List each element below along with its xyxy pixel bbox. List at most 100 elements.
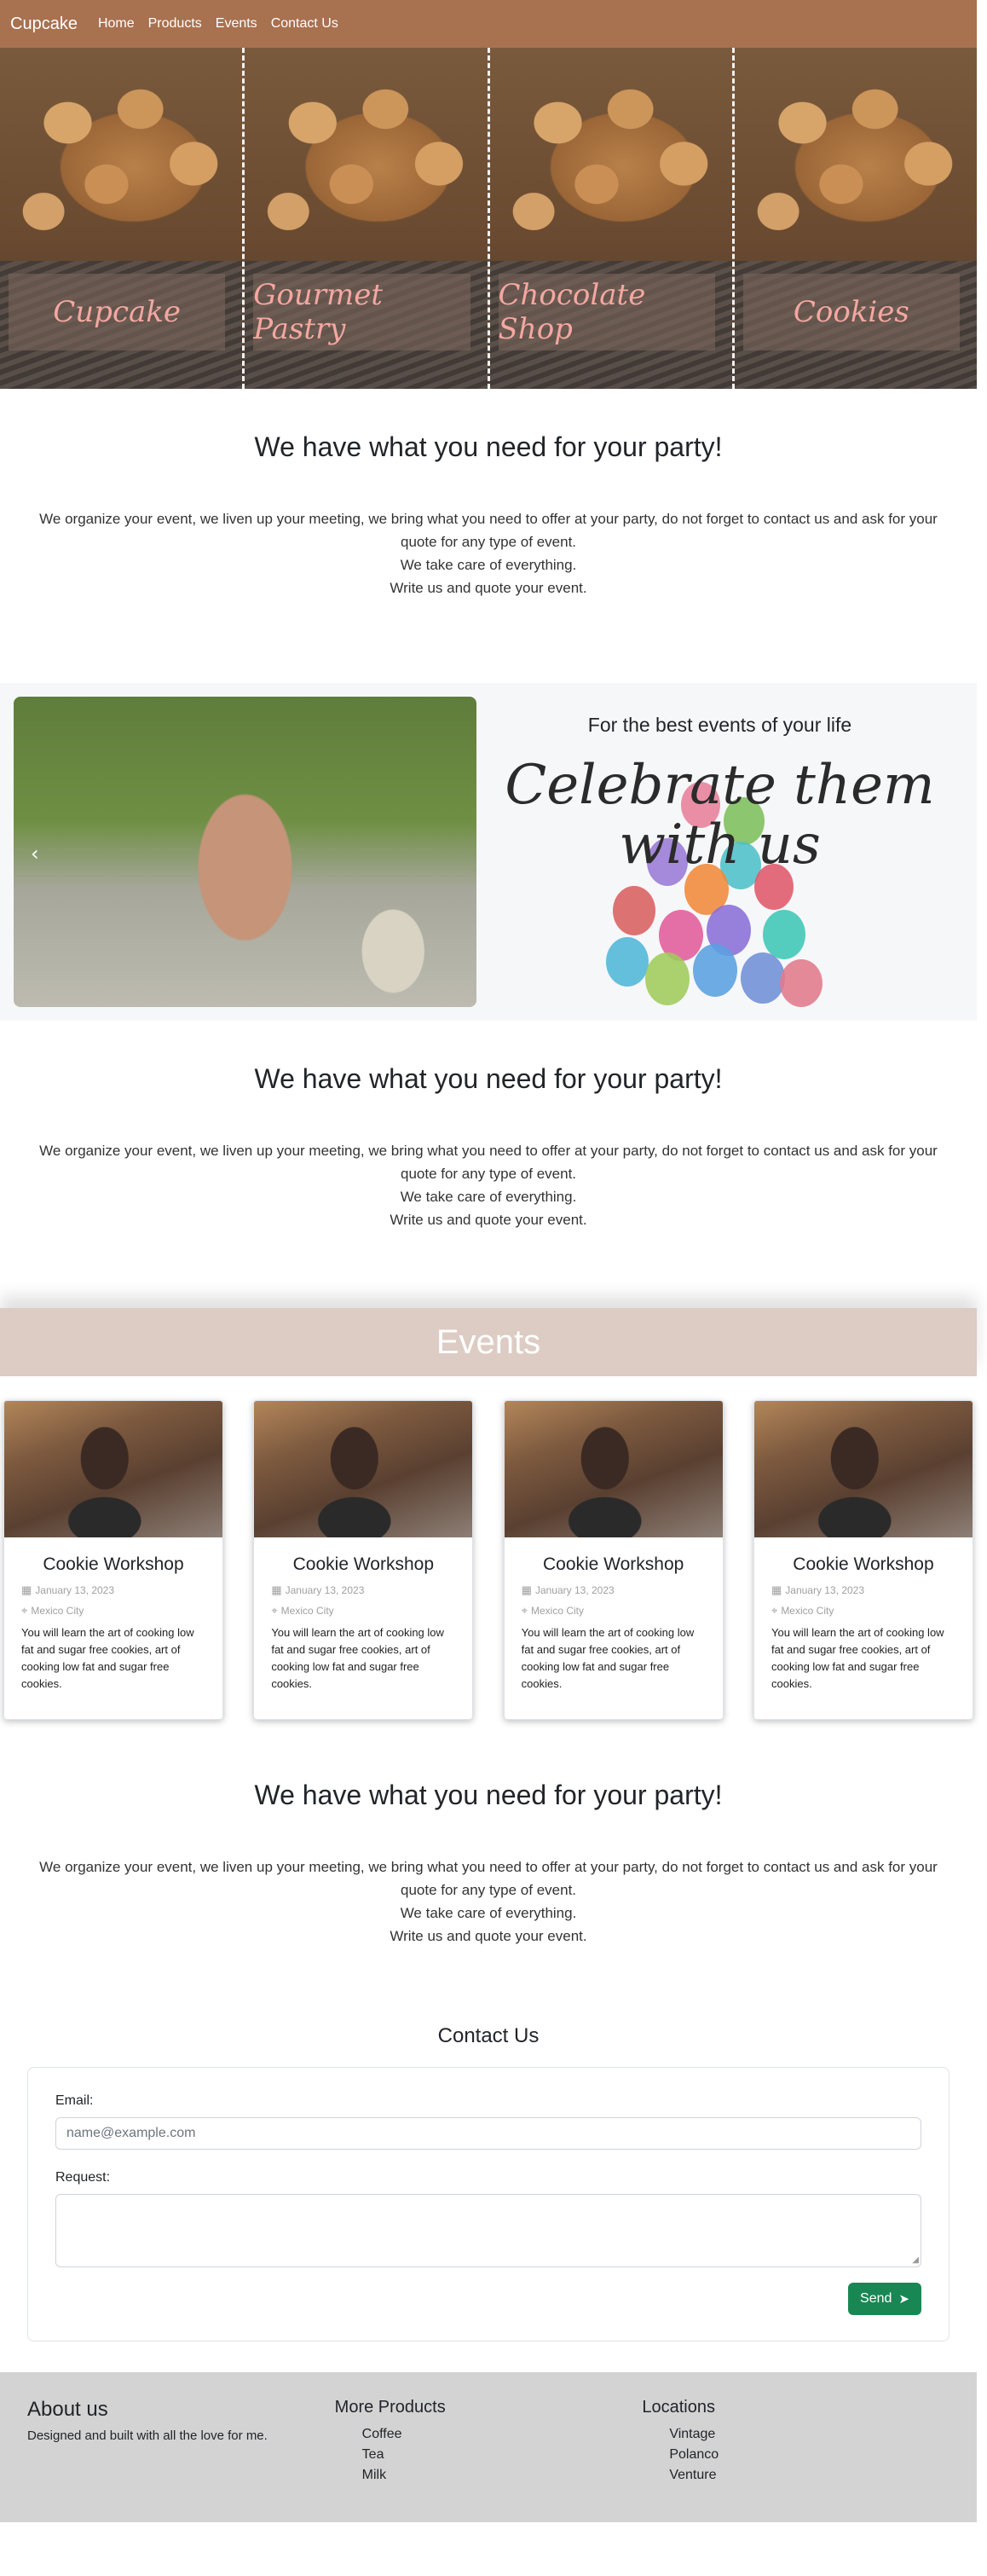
nav-link-products[interactable]: Products: [148, 16, 202, 32]
event-card-image: [753, 1401, 973, 1537]
intro-section-1: We have what you need for your party! We…: [0, 389, 977, 659]
intro-line-1: We organize your event, we liven up your…: [39, 511, 938, 550]
hero-panel-cupcake[interactable]: Cupcake: [0, 48, 245, 389]
footer-products: More Products Coffee Tea Milk: [335, 2398, 643, 2497]
event-card-text: You will learn the art of cooking low fa…: [271, 1626, 444, 1690]
hero-panel-gourmet-pastry[interactable]: Gourmet Pastry: [245, 48, 490, 389]
hero-caption-text: Chocolate Shop: [498, 278, 646, 346]
event-card-title: Cookie Workshop: [542, 1554, 684, 1574]
footer-location-item[interactable]: Vintage: [669, 2424, 949, 2445]
event-card-date-row: ▦ January 13, 2023: [21, 1583, 205, 1597]
footer-about-text: Designed and built with all the love for…: [27, 2428, 268, 2443]
calendar-icon: ▦: [521, 1583, 532, 1596]
footer-product-item[interactable]: Milk: [362, 2465, 643, 2486]
hero-gallery: Cupcake Gourmet Pastry Chocolate Shop Co…: [0, 48, 977, 389]
hero-panel-cookies[interactable]: Cookies: [734, 48, 977, 389]
celebrate-photo: ‹: [14, 697, 476, 1007]
contact-title: Contact Us: [437, 2024, 540, 2047]
nav-link-home[interactable]: Home: [98, 16, 135, 32]
send-button[interactable]: Send ➤: [848, 2283, 921, 2315]
event-card-location: Mexico City: [31, 1605, 84, 1617]
event-card-location: Mexico City: [530, 1605, 584, 1617]
event-card[interactable]: Cookie Workshop ▦ January 13, 2023 ⌖ Mexic…: [3, 1400, 223, 1720]
intro-title: We have what you need for your party!: [254, 1063, 723, 1094]
event-card-body: Cookie Workshop ▦ January 13, 2023 ⌖ Mexic…: [4, 1537, 222, 1710]
event-card-image: [504, 1401, 723, 1537]
intro-paragraph: We organize your event, we liven up your…: [24, 1855, 953, 1948]
map-pin-icon: ⌖: [521, 1604, 528, 1617]
calendar-icon: ▦: [21, 1583, 32, 1596]
event-card-date-row: ▦ January 13, 2023: [522, 1583, 706, 1597]
events-banner: Events: [0, 1308, 977, 1376]
hero-caption-text: Gourmet Pastry: [253, 278, 384, 346]
footer-locations-list: Vintage Polanco Venture: [642, 2424, 949, 2486]
map-pin-icon: ⌖: [271, 1604, 278, 1617]
intro-paragraph: We organize your event, we liven up your…: [24, 1139, 953, 1231]
hero-panel-chocolate-shop[interactable]: Chocolate Shop: [489, 48, 735, 389]
hero-caption-text: Cupcake: [53, 295, 181, 329]
email-field[interactable]: name@example.com: [55, 2117, 921, 2150]
event-card-title: Cookie Workshop: [43, 1554, 184, 1574]
event-card-title: Cookie Workshop: [292, 1554, 434, 1574]
footer-locations: Locations Vintage Polanco Venture: [642, 2398, 949, 2497]
event-card-date-row: ▦ January 13, 2023: [271, 1583, 455, 1597]
intro-line-2: We take care of everything.: [400, 1905, 577, 1921]
event-card-date: January 13, 2023: [534, 1584, 615, 1596]
intro-paragraph: We organize your event, we liven up your…: [24, 507, 953, 599]
event-card-location-row: ⌖ Mexico City: [771, 1604, 955, 1618]
event-card-body: Cookie Workshop ▦ January 13, 2023 ⌖ Mexic…: [505, 1537, 723, 1710]
hero-caption: Cookies: [742, 274, 960, 350]
event-card-location: Mexico City: [781, 1605, 834, 1617]
contact-section: Contact Us Email: name@example.com Reque…: [0, 2007, 977, 2372]
nav-link-events[interactable]: Events: [216, 16, 257, 32]
intro-line-3: Write us and quote your event.: [390, 1212, 587, 1228]
event-card-image: [4, 1401, 222, 1537]
event-card-image: [254, 1401, 473, 1537]
footer-products-title: More Products: [334, 2398, 446, 2417]
event-card-text: You will learn the art of cooking low fa…: [521, 1626, 695, 1690]
carousel-prev-icon[interactable]: ‹: [31, 842, 39, 865]
celebrate-headline: Celebrate them with us: [505, 754, 935, 877]
map-pin-icon: ⌖: [21, 1604, 28, 1617]
contact-actions: Send ➤: [55, 2283, 921, 2315]
intro-title: We have what you need for your party!: [254, 1780, 723, 1810]
paper-plane-icon: ➤: [898, 2292, 909, 2307]
request-label: Request:: [55, 2170, 111, 2185]
events-title: Events: [436, 1323, 541, 1361]
calendar-icon: ▦: [271, 1583, 282, 1596]
event-card[interactable]: Cookie Workshop ▦ January 13, 2023 ⌖ Mexic…: [503, 1400, 724, 1720]
intro-line-1: We organize your event, we liven up your…: [39, 1859, 938, 1898]
intro-line-3: Write us and quote your event.: [390, 1928, 587, 1944]
event-card-text: You will learn the art of cooking low fa…: [21, 1626, 194, 1690]
resize-grip-icon[interactable]: ◢: [912, 2255, 919, 2265]
footer-location-item[interactable]: Venture: [669, 2465, 949, 2486]
brand-link[interactable]: Cupcake: [10, 14, 78, 34]
footer: About us Designed and built with all the…: [0, 2372, 977, 2522]
event-card-body: Cookie Workshop ▦ January 13, 2023 ⌖ Mexic…: [754, 1537, 973, 1710]
footer-locations-title: Locations: [642, 2398, 715, 2417]
contact-form: Email: name@example.com Request: ◢ Send …: [27, 2067, 949, 2342]
nav-link-contact-us[interactable]: Contact Us: [271, 16, 338, 32]
intro-line-2: We take care of everything.: [400, 557, 577, 573]
map-pin-icon: ⌖: [771, 1604, 778, 1617]
event-card[interactable]: Cookie Workshop ▦ January 13, 2023 ⌖ Mexic…: [253, 1400, 474, 1720]
event-card-location: Mexico City: [280, 1605, 334, 1617]
event-card-location-row: ⌖ Mexico City: [271, 1604, 455, 1618]
intro-line-1: We organize your event, we liven up your…: [39, 1143, 938, 1182]
event-card[interactable]: Cookie Workshop ▦ January 13, 2023 ⌖ Mexic…: [753, 1400, 973, 1720]
hero-caption-text: Cookies: [793, 295, 909, 329]
footer-product-item[interactable]: Coffee: [362, 2424, 643, 2445]
event-cards: Cookie Workshop ▦ January 13, 2023 ⌖ Mexic…: [0, 1376, 977, 1720]
footer-about-title: About us: [27, 2398, 108, 2421]
calendar-icon: ▦: [771, 1583, 782, 1596]
event-card-date-row: ▦ January 13, 2023: [771, 1583, 955, 1597]
hero-caption: Cupcake: [9, 274, 226, 350]
hero-caption: Gourmet Pastry: [253, 274, 470, 350]
request-textarea[interactable]: ◢: [55, 2194, 921, 2267]
hero-caption: Chocolate Shop: [498, 274, 715, 350]
footer-location-item[interactable]: Polanco: [669, 2445, 949, 2465]
event-card-text: You will learn the art of cooking low fa…: [771, 1626, 944, 1690]
intro-title: We have what you need for your party!: [254, 431, 723, 462]
event-card-location-row: ⌖ Mexico City: [522, 1604, 706, 1618]
footer-product-item[interactable]: Tea: [362, 2445, 643, 2465]
